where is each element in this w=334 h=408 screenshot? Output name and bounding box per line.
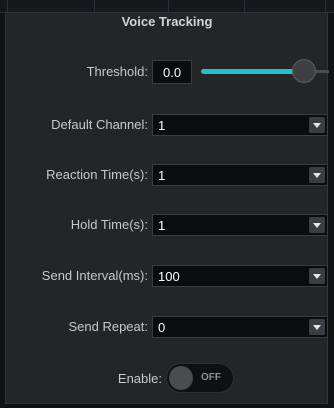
reaction-time-label: Reaction Time(s): (46, 167, 148, 182)
hold-time-select[interactable]: 1 (152, 214, 328, 236)
chevron-down-icon[interactable] (309, 117, 325, 133)
chevron-down-icon[interactable] (309, 319, 325, 335)
enable-toggle-knob[interactable] (169, 366, 193, 390)
send-repeat-select[interactable]: 0 (152, 316, 328, 338)
chevron-down-icon[interactable] (309, 167, 325, 183)
chevron-down-icon[interactable] (309, 268, 325, 284)
send-interval-value: 100 (158, 269, 180, 284)
enable-toggle[interactable]: OFF (166, 363, 234, 393)
default-channel-select[interactable]: 1 (152, 114, 328, 136)
threshold-slider-fill[interactable] (201, 69, 305, 74)
panel-title: Voice Tracking (121, 14, 213, 29)
default-channel-value: 1 (158, 118, 166, 133)
send-interval-select[interactable]: 100 (152, 265, 328, 287)
hold-time-label: Hold Time(s): (70, 217, 148, 232)
top-strip-divider (94, 0, 95, 12)
top-strip-divider (325, 0, 326, 12)
reaction-time-value: 1 (158, 168, 166, 183)
enable-label: Enable: (117, 371, 162, 386)
send-repeat-label: Send Repeat: (68, 319, 148, 334)
top-strip-divider (168, 0, 169, 12)
threshold-input[interactable]: 0.0 (152, 60, 192, 84)
send-repeat-value: 0 (158, 320, 166, 335)
threshold-slider-handle[interactable] (292, 59, 316, 83)
top-strip-divider (244, 0, 245, 12)
chevron-down-icon[interactable] (309, 217, 325, 233)
send-interval-label: Send Interval(ms): (41, 268, 148, 283)
hold-time-value: 1 (158, 218, 166, 233)
reaction-time-select[interactable]: 1 (152, 164, 328, 186)
enable-toggle-state: OFF (201, 372, 221, 383)
top-strip-divider (7, 0, 8, 12)
default-channel-label: Default Channel: (51, 117, 148, 132)
threshold-label: Threshold: (86, 64, 148, 79)
